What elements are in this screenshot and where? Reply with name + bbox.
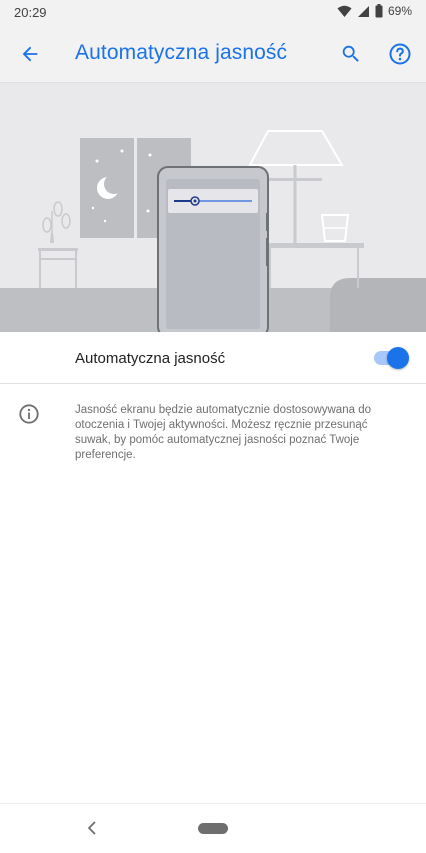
navigation-bar bbox=[0, 803, 426, 853]
info-section: Jasność ekranu będzie automatycznie dost… bbox=[0, 385, 426, 475]
info-text: Jasność ekranu będzie automatycznie dost… bbox=[75, 404, 371, 461]
battery-level: 69% bbox=[387, 4, 412, 18]
wifi-icon bbox=[337, 5, 352, 17]
battery-icon bbox=[375, 4, 383, 18]
nav-home-pill[interactable] bbox=[198, 823, 228, 834]
status-bar: 20:29 69% bbox=[0, 0, 426, 24]
back-button[interactable] bbox=[12, 36, 48, 72]
auto-brightness-label: Automatyczna jasność bbox=[75, 350, 226, 367]
auto-brightness-row[interactable]: Automatyczna jasność bbox=[0, 332, 426, 384]
room-scene-image bbox=[0, 130, 426, 332]
brightness-illustration bbox=[0, 83, 426, 332]
nav-back-icon[interactable] bbox=[82, 818, 102, 838]
status-icons: 69% bbox=[337, 4, 412, 18]
auto-brightness-switch[interactable] bbox=[371, 346, 411, 370]
back-arrow-icon bbox=[22, 46, 38, 62]
search-button[interactable] bbox=[333, 36, 369, 72]
help-button[interactable] bbox=[382, 36, 418, 72]
help-icon bbox=[389, 43, 411, 65]
search-icon bbox=[342, 45, 359, 62]
app-bar: Automatyczna jasność bbox=[0, 24, 426, 83]
signal-icon bbox=[357, 5, 369, 17]
info-icon bbox=[19, 404, 39, 424]
status-time: 20:29 bbox=[14, 5, 47, 20]
page-title: Automatyczna jasność bbox=[75, 41, 288, 64]
switch-thumb bbox=[387, 347, 409, 369]
